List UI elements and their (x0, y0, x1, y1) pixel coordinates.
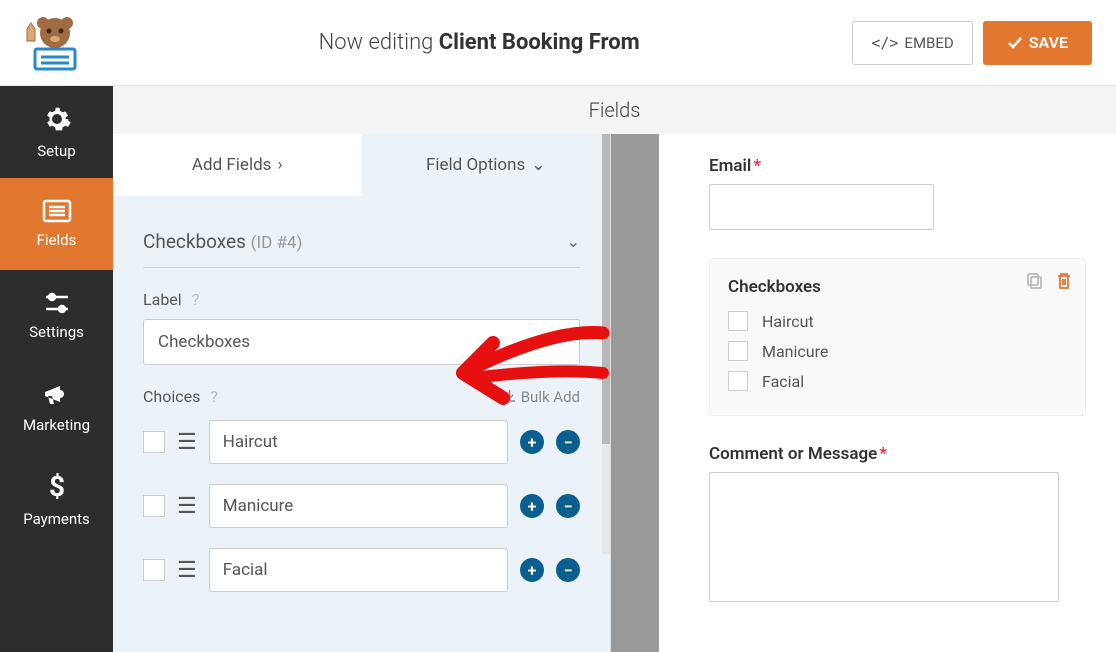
preview-field-checkboxes[interactable]: Checkboxes Haircut Manicure Facial (709, 258, 1086, 416)
remove-choice-button[interactable]: − (556, 430, 580, 454)
choice-input[interactable] (209, 548, 508, 592)
checkbox-icon (728, 371, 748, 391)
list-icon (42, 199, 72, 223)
choice-default-checkbox[interactable] (143, 495, 165, 517)
preview-field-email[interactable]: Email* (709, 156, 1086, 230)
scrollbar-thumb[interactable] (602, 134, 610, 444)
sidebar-item-marketing[interactable]: Marketing (0, 362, 113, 454)
preview-field-comment[interactable]: Comment or Message* (709, 444, 1086, 602)
help-icon[interactable]: ? (192, 290, 200, 309)
megaphone-icon (42, 382, 72, 408)
sidebar-label: Setup (37, 142, 75, 160)
chevron-right-icon: › (277, 155, 282, 175)
field-type-title: Checkboxes (ID #4) (143, 230, 302, 253)
help-icon[interactable]: ? (210, 387, 218, 406)
drag-handle-icon[interactable]: ☰ (177, 494, 197, 519)
checkbox-icon (728, 311, 748, 331)
required-indicator: * (879, 444, 887, 464)
field-options-panel: Add Fields › Field Options ⌄ Checkboxes … (113, 86, 611, 652)
add-choice-button[interactable]: + (520, 430, 544, 454)
choice-row: ☰ + − (143, 484, 580, 528)
svg-text:$: $ (48, 472, 64, 502)
checkmark-icon (1007, 35, 1023, 51)
sliders-icon (42, 291, 72, 315)
scrollbar[interactable] (602, 134, 610, 554)
header-buttons: </> EMBED SAVE (852, 21, 1116, 65)
choice-default-checkbox[interactable] (143, 431, 165, 453)
label-heading: Label (143, 290, 182, 309)
field-id: (ID #4) (251, 233, 303, 253)
sidebar-label: Settings (29, 323, 84, 341)
top-header: Now editing Client Booking From </> EMBE… (0, 0, 1116, 86)
checkbox-item[interactable]: Manicure (728, 341, 1067, 361)
save-button[interactable]: SAVE (983, 21, 1092, 65)
tab-add-fields[interactable]: Add Fields › (113, 134, 362, 196)
code-icon: </> (871, 34, 898, 52)
email-label: Email* (709, 156, 1086, 176)
editing-title: Now editing Client Booking From (106, 30, 852, 55)
choices-heading-row: Choices ? (143, 387, 218, 406)
choice-input[interactable] (209, 420, 508, 464)
panel-divider (611, 86, 659, 652)
checkbox-icon (728, 341, 748, 361)
choice-row: ☰ + − (143, 548, 580, 592)
add-choice-button[interactable]: + (520, 558, 544, 582)
sidebar-item-setup[interactable]: Setup (0, 86, 113, 178)
sidebar-label: Fields (37, 231, 77, 249)
choices-heading: Choices (143, 387, 200, 406)
fields-section-header: Fields (113, 86, 1116, 134)
label-heading-row: Label ? (143, 290, 580, 309)
duplicate-icon[interactable] (1025, 271, 1045, 291)
sidebar-nav: Setup Fields Settings Marketing $ Paymen… (0, 86, 113, 652)
tab-field-options[interactable]: Field Options ⌄ (362, 134, 611, 196)
bulk-add-link[interactable]: Bulk Add (503, 388, 580, 406)
gear-icon (42, 104, 72, 134)
chevron-down-icon: ⌄ (567, 232, 580, 251)
app-logo (0, 0, 106, 86)
checkbox-item[interactable]: Haircut (728, 311, 1067, 331)
checkbox-item[interactable]: Facial (728, 371, 1067, 391)
chevron-down-icon: ⌄ (531, 155, 545, 175)
sidebar-item-payments[interactable]: $ Payments (0, 454, 113, 546)
dollar-icon: $ (47, 472, 67, 502)
comment-label: Comment or Message* (709, 444, 1086, 464)
label-input[interactable] (143, 319, 580, 365)
choice-row: ☰ + − (143, 420, 580, 464)
sidebar-label: Payments (23, 510, 90, 528)
download-icon (503, 390, 516, 403)
add-choice-button[interactable]: + (520, 494, 544, 518)
field-header-row[interactable]: Checkboxes (ID #4) ⌄ (143, 216, 580, 268)
comment-textarea-preview[interactable] (709, 472, 1059, 602)
sidebar-item-settings[interactable]: Settings (0, 270, 113, 362)
email-input-preview[interactable] (709, 184, 934, 230)
form-preview: Email* Checkboxes Haircut Manicure Facia… (659, 86, 1116, 652)
sidebar-item-fields[interactable]: Fields (0, 178, 113, 270)
remove-choice-button[interactable]: − (556, 494, 580, 518)
checkboxes-label: Checkboxes (728, 277, 1067, 297)
embed-button[interactable]: </> EMBED (852, 21, 972, 65)
required-indicator: * (753, 156, 761, 176)
drag-handle-icon[interactable]: ☰ (177, 558, 197, 583)
choice-input[interactable] (209, 484, 508, 528)
drag-handle-icon[interactable]: ☰ (177, 430, 197, 455)
editing-prefix: Now editing (319, 30, 439, 55)
sidebar-label: Marketing (23, 416, 90, 434)
trash-icon[interactable] (1055, 271, 1073, 291)
remove-choice-button[interactable]: − (556, 558, 580, 582)
choice-default-checkbox[interactable] (143, 559, 165, 581)
editing-form-name: Client Booking From (439, 30, 640, 55)
